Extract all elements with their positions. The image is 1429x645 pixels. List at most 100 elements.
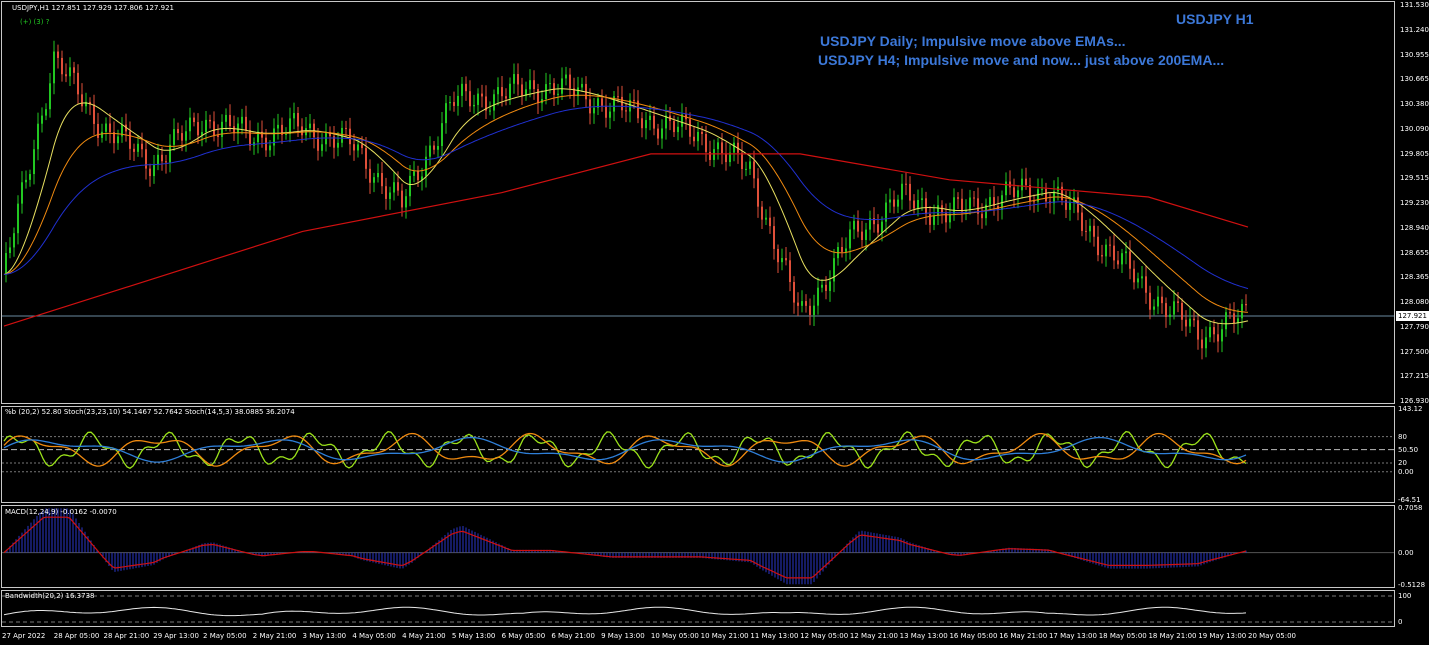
candle-body (785, 258, 787, 261)
candle-body (189, 117, 191, 132)
time-tick-label: 16 May 05:00 (949, 632, 998, 640)
candle-body (897, 199, 899, 207)
candle-body (581, 83, 583, 88)
candle-body (861, 231, 863, 240)
candle-body (889, 199, 891, 203)
candle-body (545, 84, 547, 100)
annotation-daily: USDJPY Daily; Impulsive move above EMAs.… (820, 33, 1126, 49)
candle-body (621, 96, 623, 111)
candle-body (645, 120, 647, 129)
candle-body (1017, 190, 1019, 198)
candle-body (1005, 181, 1007, 196)
candle-body (733, 142, 735, 153)
candle-body (1069, 202, 1071, 210)
price-tick-label: 126.930 (1400, 397, 1429, 405)
macd-tick-label: 0.7058 (1398, 504, 1423, 512)
candle-body (1085, 230, 1087, 232)
candle-body (909, 183, 911, 201)
stoch-tick-label: 0.00 (1398, 467, 1414, 476)
candle-body (1101, 255, 1103, 257)
candle-body (989, 197, 991, 205)
candle-body (1157, 296, 1159, 307)
candle-body (293, 113, 295, 119)
time-tick-label: 13 May 13:00 (899, 632, 948, 640)
price-tick-label: 130.090 (1400, 124, 1429, 133)
price-tick-label: 129.230 (1400, 199, 1429, 207)
candle-body (181, 133, 183, 141)
stoch-tick-label: 20 (1398, 458, 1407, 467)
candle-body (81, 94, 83, 107)
candle-body (225, 114, 227, 122)
candle-body (893, 199, 895, 207)
stoch-tick-label: 143.12 (1398, 405, 1423, 413)
candle-body (913, 200, 915, 209)
candle-body (857, 220, 859, 232)
candle-body (65, 74, 67, 77)
candle-body (9, 247, 11, 254)
candle-body (625, 110, 627, 112)
candle-body (145, 149, 147, 169)
candle-body (649, 115, 651, 121)
candle-body (69, 67, 71, 77)
time-tick-label: 27 Apr 2022 (2, 632, 46, 640)
candle-body (1229, 312, 1231, 314)
candle-body (917, 200, 919, 209)
candle-body (1089, 225, 1091, 232)
candle-body (565, 74, 567, 79)
candle-body (1197, 320, 1199, 340)
candle-body (801, 301, 803, 306)
candle-body (193, 117, 195, 123)
candle-body (345, 127, 347, 129)
price-tick-label: 127.790 (1400, 322, 1429, 331)
indicator-note: (+) (3) ? (20, 18, 50, 26)
time-tick-label: 3 May 13:00 (302, 632, 347, 640)
candle-body (437, 146, 439, 150)
time-tick-label: 28 Apr 21:00 (103, 632, 150, 640)
candle-body (1133, 268, 1135, 283)
price-tick-label: 127.215 (1400, 372, 1429, 381)
macd-tick-label: 0.00 (1398, 548, 1414, 557)
candle-body (13, 233, 15, 248)
candle-body (721, 142, 723, 154)
candle-body (661, 128, 663, 139)
candle-body (793, 281, 795, 303)
candle-body (393, 182, 395, 193)
bandwidth-line (3, 606, 1247, 617)
candle-body (569, 74, 571, 89)
candle-body (317, 137, 319, 151)
candle-body (929, 213, 931, 225)
candle-body (905, 183, 907, 185)
candle-body (1081, 212, 1083, 231)
candle-body (473, 104, 475, 107)
candle-body (129, 131, 131, 149)
candle-body (1125, 251, 1127, 254)
candle-body (213, 121, 215, 136)
candle-body (1061, 186, 1063, 201)
candle-body (137, 143, 139, 152)
candle-body (1205, 337, 1207, 349)
candle-body (705, 134, 707, 152)
current-price-tag: 127.921 (1396, 311, 1429, 321)
time-tick-label: 4 May 05:00 (352, 632, 396, 640)
candle-body (21, 182, 23, 204)
candle-body (5, 253, 7, 275)
candle-body (605, 105, 607, 118)
candle-body (1129, 251, 1131, 269)
candle-body (1245, 303, 1247, 306)
candle-body (1217, 334, 1219, 342)
candle-body (141, 143, 143, 150)
chart-title: USDJPY H1 (1176, 11, 1254, 27)
candle-body (53, 51, 55, 84)
candle-body (361, 144, 363, 149)
time-tick-label: 2 May 05:00 (203, 632, 247, 640)
candle-body (717, 142, 719, 150)
candle-body (849, 229, 851, 249)
candle-body (49, 83, 51, 110)
candle-body (265, 137, 267, 151)
candle-body (405, 196, 407, 208)
candle-body (33, 149, 35, 175)
candle-body (1097, 236, 1099, 256)
candle-body (297, 113, 299, 127)
candle-body (413, 171, 415, 176)
candle-body (877, 224, 879, 233)
